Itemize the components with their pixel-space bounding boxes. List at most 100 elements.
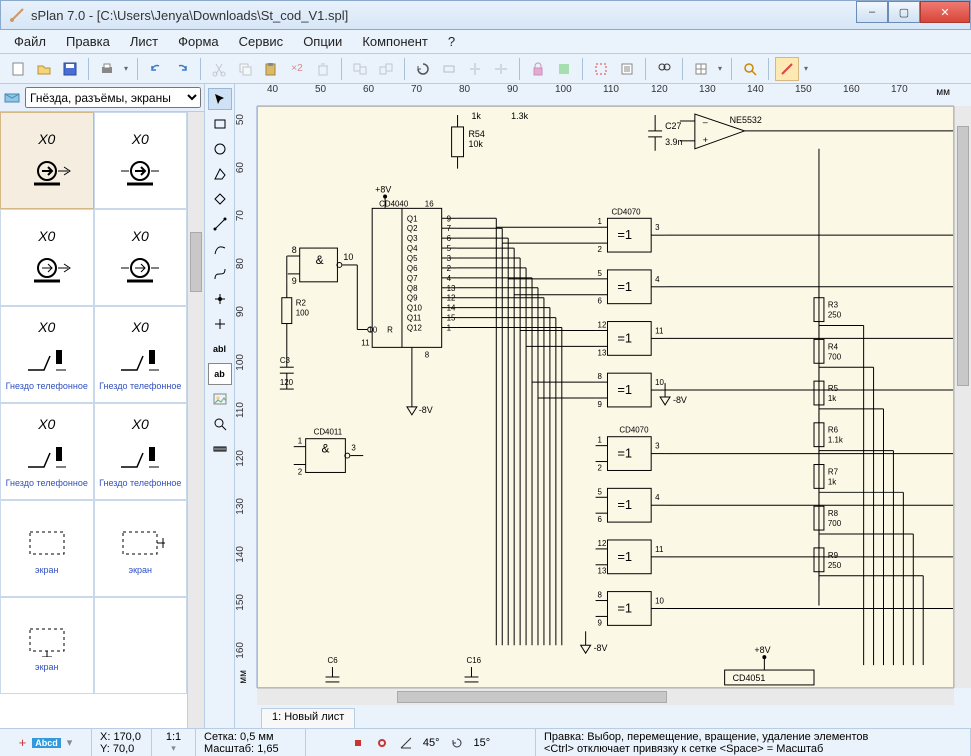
svg-text:+8V: +8V (754, 645, 770, 655)
new-button[interactable] (6, 57, 30, 81)
redo-button[interactable] (170, 57, 194, 81)
svg-text:700: 700 (828, 519, 842, 528)
svg-text:1: 1 (598, 436, 603, 445)
pointer-tool[interactable] (208, 88, 232, 110)
snap-grid-icon[interactable] (351, 736, 365, 750)
angle-15[interactable]: 15° (474, 737, 491, 749)
duplicate-button[interactable]: ×2 (285, 57, 309, 81)
main-toolbar: ▾ ×2 ▾ ▾ (0, 54, 971, 84)
bezier-tool[interactable] (208, 263, 232, 285)
schematic-viewport[interactable]: 1k 1.3k R54 10k C27 3.9n –+ NE5532 (257, 106, 954, 688)
svg-text:2: 2 (598, 245, 603, 254)
image-tool[interactable] (208, 388, 232, 410)
text-tool[interactable]: abl (208, 338, 232, 360)
poly-tool[interactable] (208, 163, 232, 185)
library-cell[interactable]: X0 (94, 209, 188, 306)
svg-text:11: 11 (361, 338, 370, 347)
svg-text:+: + (703, 135, 708, 145)
cut-button[interactable] (207, 57, 231, 81)
junction-tool[interactable] (208, 313, 232, 335)
canvas-area: мм 405060708090100110120130140150160170 … (235, 84, 971, 728)
svg-text:–: – (703, 117, 708, 127)
library-cell[interactable]: X0 (94, 112, 188, 209)
search-button[interactable] (652, 57, 676, 81)
print-button[interactable] (95, 57, 119, 81)
grid-dropdown[interactable]: ▾ (715, 64, 725, 73)
library-cell[interactable]: X0 (0, 209, 94, 306)
rotate-box-button[interactable] (437, 57, 461, 81)
svg-text:1.1k: 1.1k (828, 436, 843, 445)
rotate-step-icon[interactable] (450, 736, 464, 750)
copy-button[interactable] (233, 57, 257, 81)
rect-tool[interactable] (208, 113, 232, 135)
print-dropdown[interactable]: ▾ (121, 64, 131, 73)
zoom-tool[interactable] (208, 413, 232, 435)
svg-text:=1: =1 (617, 446, 632, 461)
library-cell[interactable]: экран (94, 500, 188, 597)
library-category-select[interactable]: Гнёзда, разъёмы, экраны (25, 87, 201, 108)
svg-text:Q5: Q5 (407, 254, 418, 263)
library-cell[interactable]: X0Гнездо телефонное (0, 403, 94, 500)
circle-tool[interactable] (208, 138, 232, 160)
rotate-left-button[interactable] (411, 57, 435, 81)
menu-0[interactable]: Файл (6, 32, 54, 51)
paste-button[interactable] (259, 57, 283, 81)
svg-text:8: 8 (292, 245, 297, 255)
colorize-button[interactable] (552, 57, 576, 81)
curve-tool[interactable] (208, 238, 232, 260)
paste-fmt-button[interactable] (374, 57, 398, 81)
shape-tool[interactable] (208, 188, 232, 210)
maximize-button[interactable]: ▢ (888, 1, 920, 23)
open-button[interactable] (32, 57, 56, 81)
snap-node-icon[interactable] (375, 736, 389, 750)
menu-7[interactable]: ? (440, 32, 463, 51)
zoom-button[interactable] (738, 57, 762, 81)
library-cell[interactable]: X0Гнездо телефонное (94, 306, 188, 403)
menu-6[interactable]: Компонент (354, 32, 436, 51)
menu-3[interactable]: Форма (170, 32, 227, 51)
copy-fmt-button[interactable] (348, 57, 372, 81)
cursor-x: X: 170,0 (100, 731, 143, 743)
library-cell[interactable]: экран (0, 597, 94, 694)
library-scrollbar[interactable] (187, 112, 204, 728)
snap-angle-icon[interactable] (399, 736, 413, 750)
close-button[interactable]: ✕ (920, 1, 970, 23)
library-cell[interactable]: X0 (0, 112, 94, 209)
highlight-button[interactable] (775, 57, 799, 81)
library-cell[interactable] (94, 597, 188, 694)
grid-button[interactable] (689, 57, 713, 81)
node-tool[interactable] (208, 288, 232, 310)
line-tool[interactable] (208, 213, 232, 235)
minimize-button[interactable]: – (856, 1, 888, 23)
menu-4[interactable]: Сервис (231, 32, 292, 51)
library-cell[interactable]: X0Гнездо телефонное (0, 306, 94, 403)
canvas-hscrollbar[interactable] (257, 688, 954, 705)
svg-text:=1: =1 (617, 600, 632, 615)
canvas-vscrollbar[interactable] (954, 106, 971, 688)
library-cell[interactable]: экран (0, 500, 94, 597)
angle-45[interactable]: 45° (423, 737, 440, 749)
save-button[interactable] (58, 57, 82, 81)
svg-text:4: 4 (655, 275, 660, 284)
menu-5[interactable]: Опции (295, 32, 350, 51)
textbox-tool[interactable]: ab (208, 363, 232, 385)
list-button[interactable] (615, 57, 639, 81)
select-rect-button[interactable] (589, 57, 613, 81)
measure-tool[interactable] (208, 438, 232, 460)
svg-text:250: 250 (828, 311, 842, 320)
highlight-dropdown[interactable]: ▾ (801, 64, 811, 73)
library-cell[interactable]: X0Гнездо телефонное (94, 403, 188, 500)
svg-text:Q9: Q9 (407, 294, 418, 303)
sheet-tab[interactable]: 1: Новый лист (261, 708, 355, 728)
undo-button[interactable] (144, 57, 168, 81)
lock-button[interactable] (526, 57, 550, 81)
svg-text:NE5532: NE5532 (730, 115, 762, 125)
delete-button[interactable] (311, 57, 335, 81)
menu-2[interactable]: Лист (122, 32, 166, 51)
svg-text:12: 12 (598, 321, 607, 330)
svg-text:=1: =1 (617, 497, 632, 512)
mirror-h-button[interactable] (463, 57, 487, 81)
menu-1[interactable]: Правка (58, 32, 118, 51)
mirror-v-button[interactable] (489, 57, 513, 81)
component-library-panel: Гнёзда, разъёмы, экраны X0X0X0X0X0Гнездо… (0, 84, 205, 728)
